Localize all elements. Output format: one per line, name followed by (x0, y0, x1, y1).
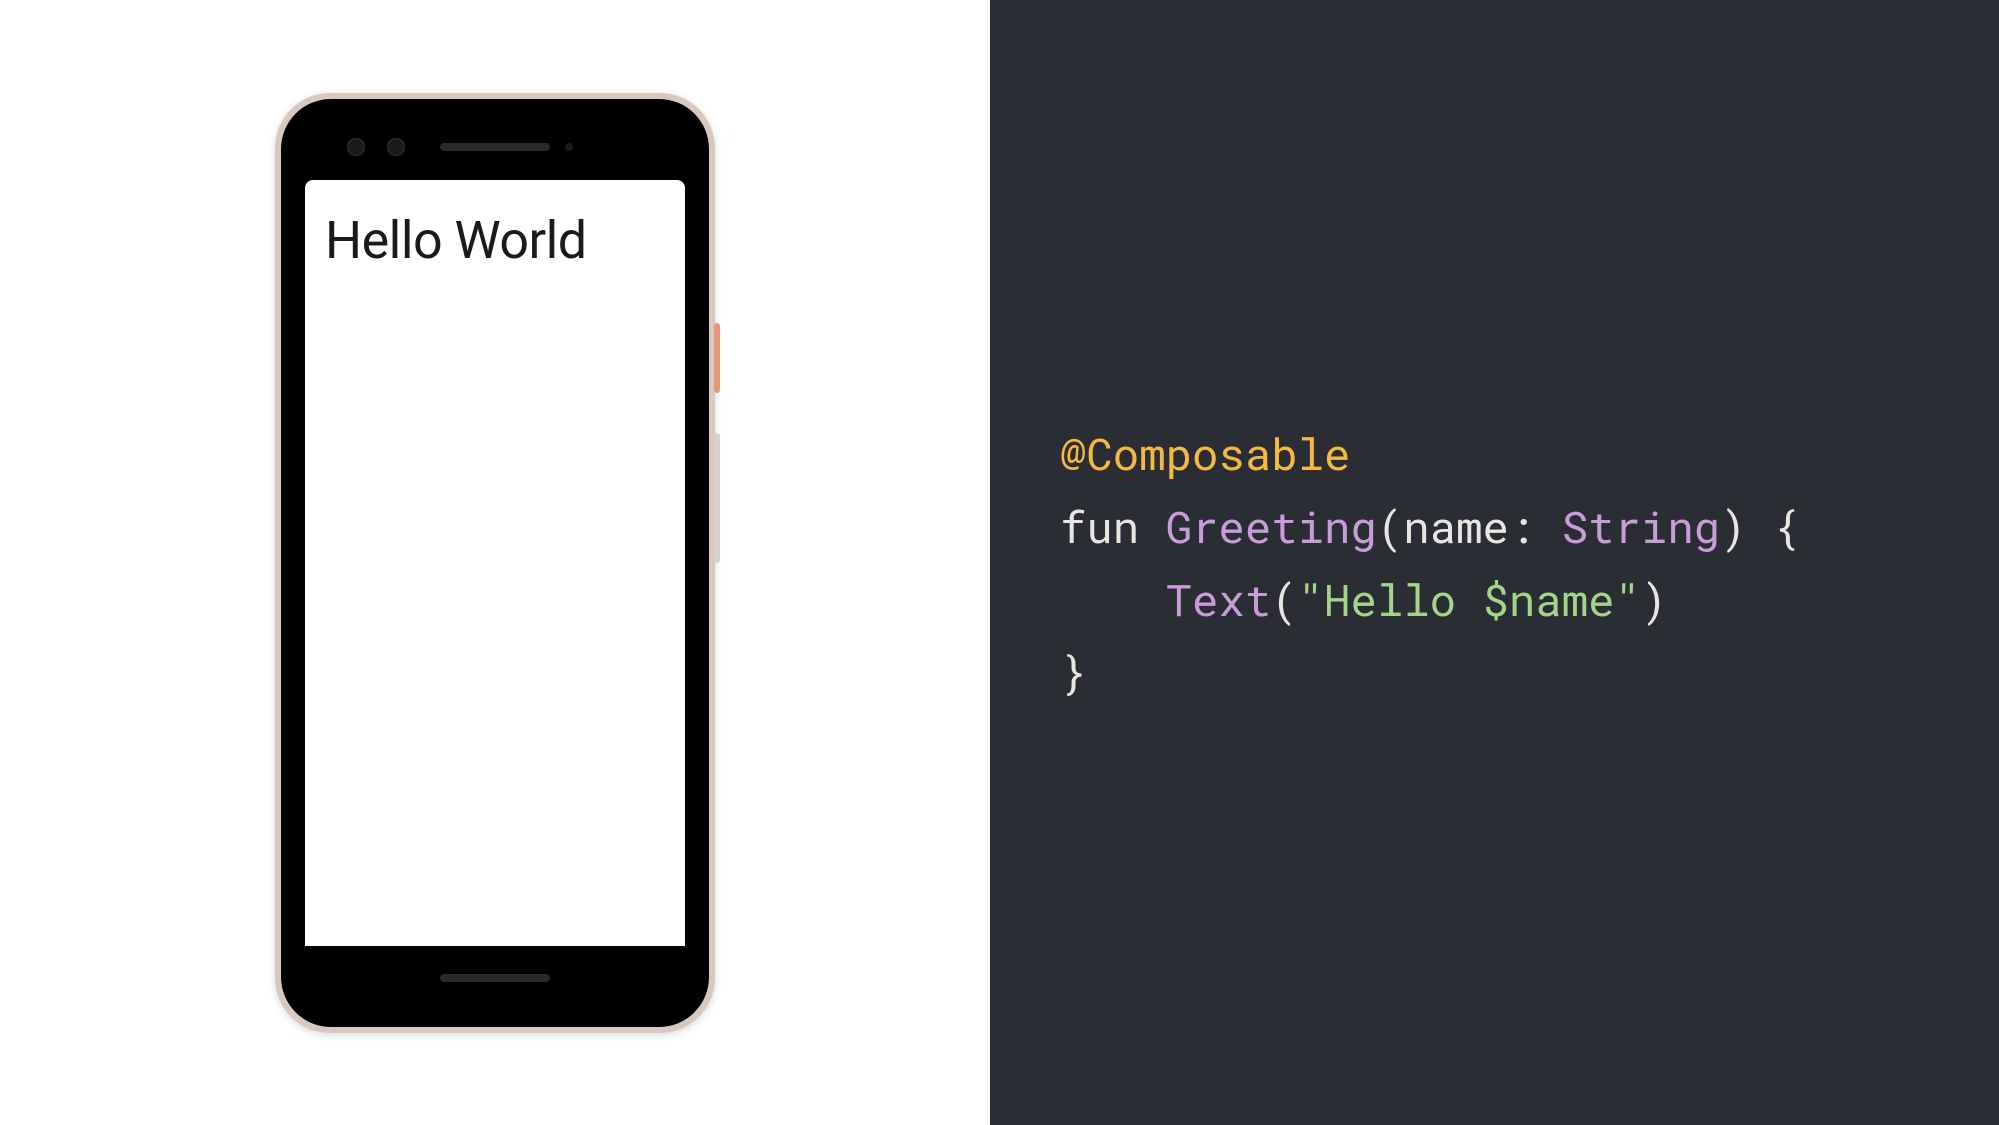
phone-sensor-icon (565, 143, 573, 151)
code-paren-open: ( (1377, 497, 1403, 555)
phone-inner: Hello World (297, 115, 693, 1011)
code-snippet: @Composable fun Greeting(name: String) {… (1060, 417, 1799, 707)
code-annotation: @Composable (1060, 424, 1350, 482)
phone-power-button-icon (714, 323, 720, 393)
code-brace-open: { (1773, 497, 1799, 555)
preview-panel: Hello World (0, 0, 990, 1125)
camera-lens-icon (387, 138, 405, 156)
phone-camera-icon (347, 138, 405, 156)
code-indent (1060, 570, 1166, 628)
phone-earpiece-icon (440, 143, 550, 151)
phone-screen: Hello World (305, 180, 685, 946)
code-call-paren-open: ( (1271, 570, 1297, 628)
code-colon: : (1509, 497, 1535, 555)
code-string-literal: "Hello $name" (1298, 570, 1641, 628)
phone-volume-button-icon (714, 433, 720, 563)
code-param-type: String (1562, 497, 1720, 555)
code-call-name: Text (1166, 570, 1272, 628)
phone-speaker-icon (440, 974, 550, 982)
phone-top-bezel (297, 115, 693, 180)
code-panel: @Composable fun Greeting(name: String) {… (990, 0, 1999, 1125)
greeting-text: Hello World (325, 210, 665, 271)
phone-mockup: Hello World (275, 93, 715, 1033)
phone-frame: Hello World (281, 99, 709, 1027)
code-paren-close: ) (1720, 497, 1746, 555)
phone-bottom-bezel (297, 946, 693, 1011)
code-call-paren-close: ) (1641, 570, 1667, 628)
code-function-name: Greeting (1166, 497, 1377, 555)
camera-lens-icon (347, 138, 365, 156)
code-param-name: name (1403, 497, 1509, 555)
code-keyword-fun: fun (1060, 497, 1139, 555)
code-brace-close: } (1060, 642, 1086, 700)
